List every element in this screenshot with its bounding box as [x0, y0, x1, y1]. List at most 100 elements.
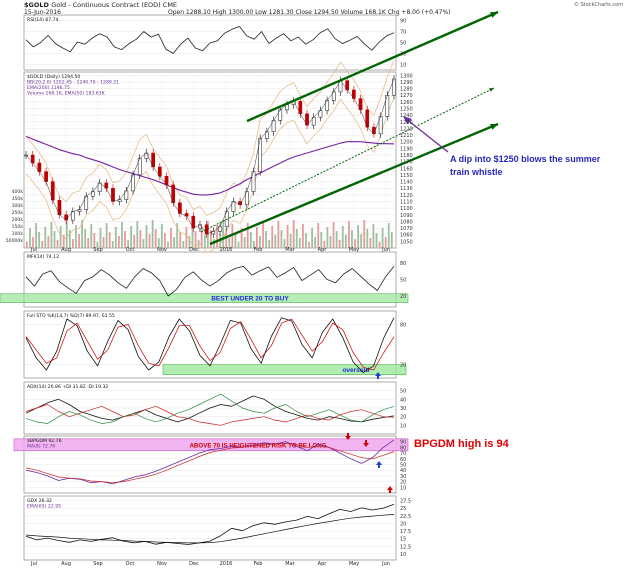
x-tick-label: Apr — [318, 561, 328, 567]
x-tick-label: Nov — [157, 247, 167, 253]
y-tick-label: 50 — [400, 41, 406, 47]
volume-bar — [173, 237, 175, 248]
volume-bar — [268, 240, 271, 248]
volume-bar — [167, 242, 169, 248]
volume-bar — [182, 241, 185, 248]
volume-tick: 350k — [12, 196, 24, 202]
y-tick-label: 1130 — [400, 186, 413, 192]
lower-channel-line-head — [490, 124, 498, 130]
legend-entry: RSI(14) 67.74 — [27, 17, 59, 23]
volume-bar — [305, 233, 307, 248]
volume-bar — [302, 224, 304, 248]
volume-bar — [170, 228, 172, 248]
y-tick-label: 90 — [400, 19, 406, 25]
y-tick-label: 80 — [400, 322, 406, 328]
volume-bar — [145, 225, 148, 248]
volume-bar — [108, 232, 111, 248]
x-tick-label: Feb — [254, 561, 263, 567]
y-tick-label: 20 — [400, 415, 406, 421]
legend-entry: BB(20,2.0) 1252.45 - 1240.70 - 1289.21 — [27, 80, 119, 86]
volume-bar — [360, 234, 363, 248]
volume-bar — [151, 220, 154, 248]
y-tick-label: 1160 — [400, 166, 413, 172]
y-tick-label: 1150 — [400, 173, 413, 179]
volume-bar — [256, 227, 258, 248]
volume-tick: 100k — [12, 231, 24, 237]
y-tick-label: 25 — [400, 506, 406, 512]
y-tick-label: 1120 — [400, 193, 413, 199]
y-tick-label: 27.5 — [400, 499, 411, 505]
volume-tick: 400k — [12, 189, 24, 195]
y-tick-label: 40 — [400, 397, 406, 403]
x-tick-label: Oct — [126, 561, 135, 567]
volume-bar — [53, 231, 56, 248]
volume-bar — [234, 233, 237, 248]
y-tick-label: 20 — [400, 363, 406, 369]
volume-bar — [378, 242, 381, 248]
volume-bar — [363, 220, 366, 248]
volume-bar — [26, 242, 28, 248]
volume-bar — [99, 228, 102, 248]
y-tick-label: 1170 — [400, 160, 413, 166]
sto-oversold-zone — [162, 364, 407, 375]
volume-bar — [311, 228, 313, 248]
y-tick-label: 70 — [400, 30, 406, 36]
volume-bar — [243, 237, 246, 248]
x-tick-label: Apr — [318, 247, 328, 253]
volume-bar — [348, 221, 350, 248]
volume-bar — [154, 229, 157, 248]
y-tick-label: 15 — [400, 537, 406, 543]
y-tick-label: 30 — [400, 406, 406, 412]
volume-bar — [326, 227, 329, 248]
volume-bar — [179, 232, 182, 248]
volume-bar — [271, 226, 274, 248]
volume-bar — [105, 223, 108, 248]
volume-bar — [90, 224, 93, 248]
legend-entry: MFI(14) 74.12 — [27, 254, 59, 260]
x-tick-label: Mar — [285, 561, 295, 567]
x-tick-label: Jun — [381, 247, 390, 253]
volume-bar — [50, 222, 53, 248]
legend-entry: EMA(65) 22.95 — [27, 504, 61, 510]
volume-bar — [320, 232, 323, 248]
volume-bar — [335, 231, 338, 248]
volume-tick: 200k — [12, 217, 24, 223]
y-tick-label: 1270 — [400, 93, 413, 99]
volume-bar — [338, 240, 341, 248]
volume-bar — [41, 241, 44, 248]
legend-entry: ADX(14) 20.86 +DI 31.82 -DI 19.32 — [27, 384, 108, 390]
legend-entry: EMA(200) 1196.75 — [27, 85, 70, 91]
mfi-buy-zone-label: BEST UNDER 20 TO BUY — [211, 296, 289, 303]
y-tick-label: 1220 — [400, 126, 413, 132]
y-tick-label: 30 — [400, 52, 406, 58]
legend-entry: GDX 26.32 — [27, 498, 52, 504]
y-tick-label: 50 — [400, 389, 406, 395]
y-tick-label: 22.5 — [400, 514, 411, 520]
volume-tick: 50000k — [6, 238, 24, 244]
dip-annotation: A dip into $1250 blows the summer train … — [450, 154, 601, 177]
y-tick-label: 1050 — [400, 239, 413, 245]
legend-entry: Full STO %K(14,7) %D(7) 89.97, 61.55 — [27, 313, 115, 319]
y-tick-label: 1070 — [400, 226, 413, 232]
volume-bar — [295, 229, 298, 248]
volume-tick: 300k — [12, 203, 24, 209]
volume-bar — [308, 242, 310, 248]
y-tick-label: 1250 — [400, 107, 413, 113]
volume-bar — [114, 227, 117, 248]
y-tick-label: 50 — [400, 278, 406, 284]
volume-bar — [280, 230, 283, 248]
volume-bar — [286, 225, 289, 248]
x-tick-label: Jul — [30, 561, 37, 567]
volume-bar — [292, 220, 295, 248]
x-tick-label: Mar — [285, 247, 295, 253]
y-tick-label: 1200 — [400, 140, 413, 146]
y-tick-label: 10 — [400, 423, 406, 429]
bpgdm-high-annotation: BPGDM high is 94 — [414, 438, 509, 450]
volume-bar — [390, 232, 393, 248]
volume-bar — [317, 223, 320, 248]
volume-bar — [35, 223, 37, 248]
volume-bar — [341, 226, 344, 248]
volume-bar — [203, 235, 206, 248]
y-tick-label: 1240 — [400, 113, 413, 119]
volume-bar — [136, 221, 139, 248]
